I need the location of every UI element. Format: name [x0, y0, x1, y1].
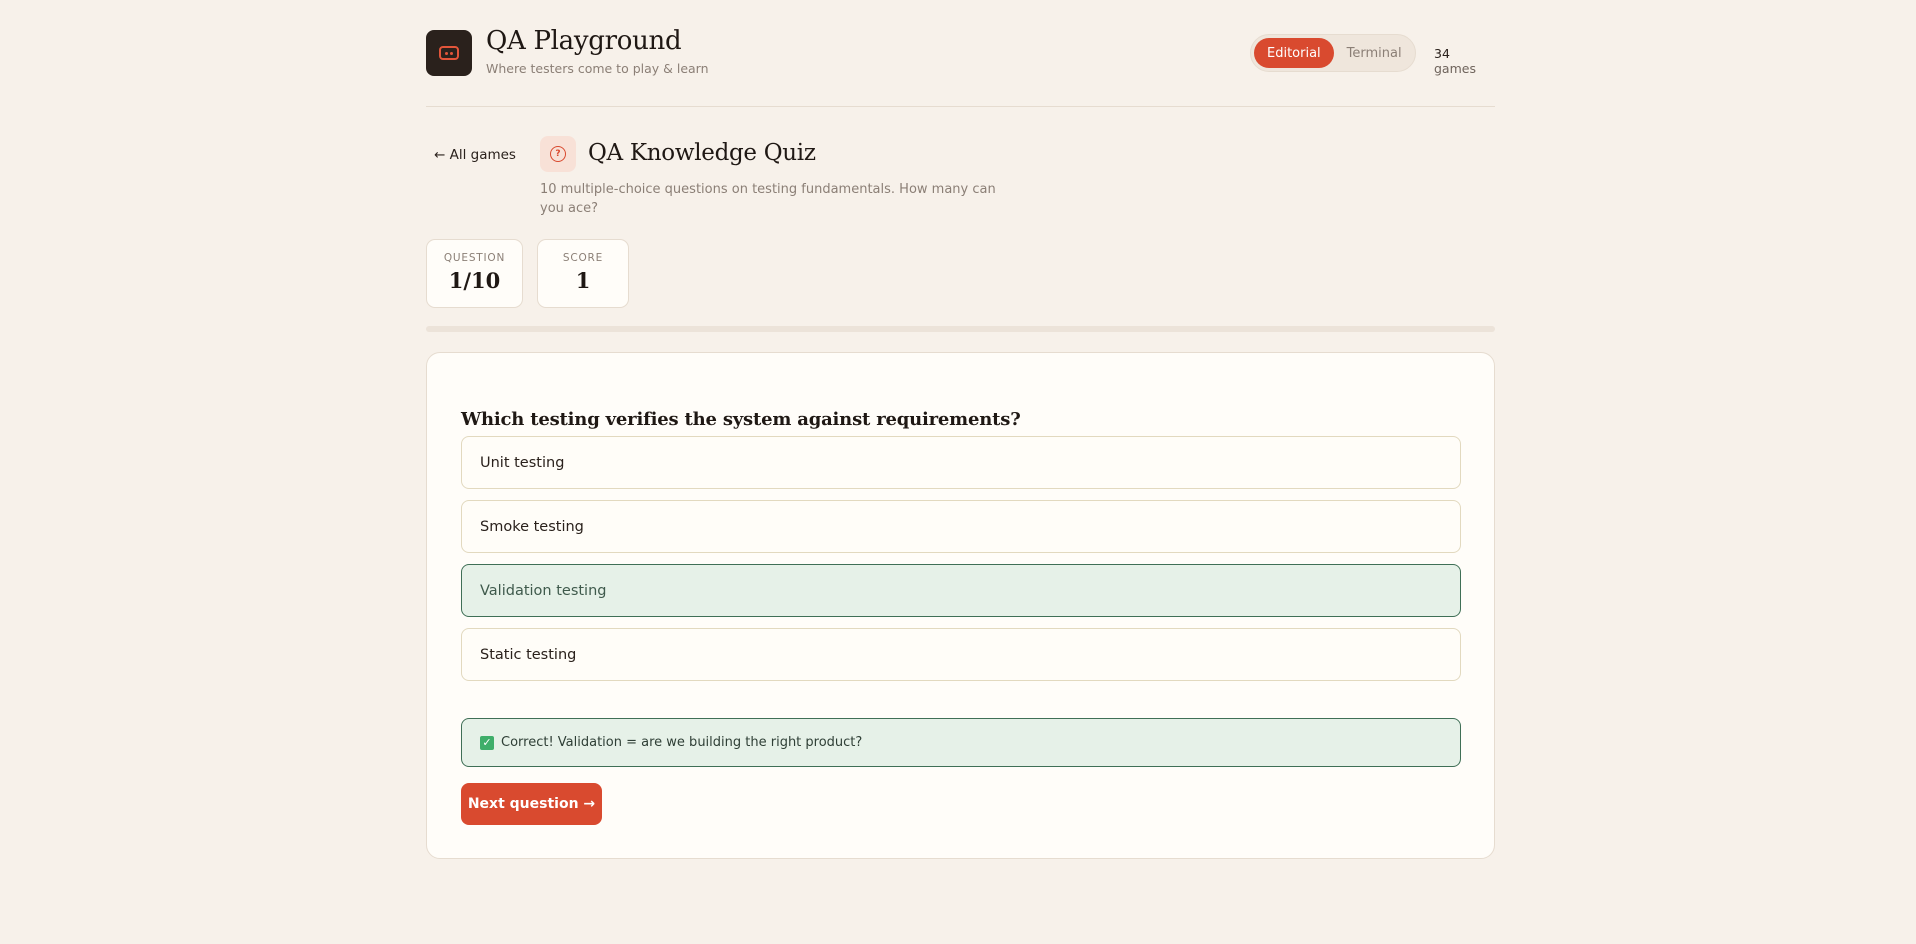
- question-card: Which testing verifies the system agains…: [426, 352, 1495, 859]
- score-stat: SCORE 1: [537, 239, 629, 308]
- answer-option[interactable]: Smoke testing: [461, 500, 1461, 553]
- logo[interactable]: [426, 30, 472, 76]
- game-count-label: games: [1434, 61, 1476, 76]
- check-icon: ✓: [480, 735, 494, 750]
- app-title: QA Playground: [486, 26, 682, 56]
- game-count-number: 34: [1434, 46, 1450, 61]
- quiz-icon-badge: ?: [540, 136, 576, 172]
- feedback-banner: ✓ Correct! Validation = are we building …: [461, 718, 1461, 767]
- robot-icon: [439, 46, 459, 60]
- game-count: 34 games: [1434, 46, 1495, 76]
- score-stat-value: 1: [575, 268, 591, 293]
- mode-terminal-button[interactable]: Terminal: [1334, 38, 1415, 68]
- quiz-title: QA Knowledge Quiz: [588, 140, 816, 166]
- question-stat-value: 1/10: [448, 268, 501, 293]
- app-container: QA Playground Where testers come to play…: [426, 0, 1495, 859]
- question-stat-label: QUESTION: [443, 252, 506, 264]
- question-stat: QUESTION 1/10: [426, 239, 523, 308]
- back-to-games-link[interactable]: ← All games: [434, 147, 516, 163]
- feedback-text: Correct! Validation = are we building th…: [501, 735, 863, 750]
- mode-toggle: Editorial Terminal: [1250, 34, 1416, 72]
- score-stat-label: SCORE: [562, 252, 604, 264]
- answer-option-correct[interactable]: Validation testing: [461, 564, 1461, 617]
- app-subtitle: Where testers come to play & learn: [486, 61, 709, 76]
- question-text: Which testing verifies the system agains…: [461, 409, 1021, 430]
- question-bubble-icon: ?: [550, 146, 566, 162]
- progress-bar: [426, 326, 1495, 332]
- next-question-button[interactable]: Next question →: [461, 783, 602, 825]
- quiz-description: 10 multiple-choice questions on testing …: [540, 182, 996, 216]
- answer-option[interactable]: Static testing: [461, 628, 1461, 681]
- answer-option[interactable]: Unit testing: [461, 436, 1461, 489]
- app-header: QA Playground Where testers come to play…: [426, 0, 1495, 107]
- mode-editorial-button[interactable]: Editorial: [1254, 38, 1334, 68]
